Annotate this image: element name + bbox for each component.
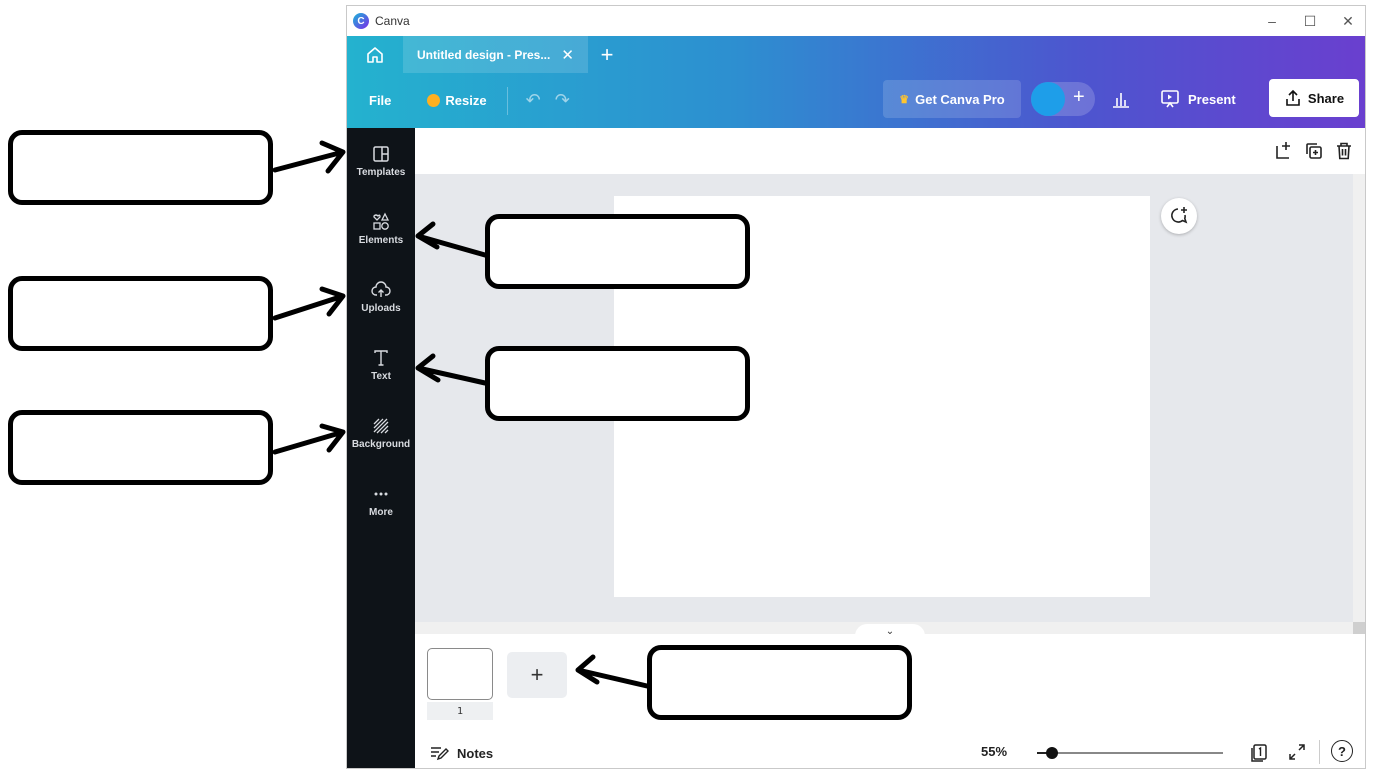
- background-icon: [373, 418, 389, 434]
- templates-icon: [373, 146, 389, 162]
- sidebar-item-text[interactable]: Text: [347, 348, 415, 404]
- worksheet-stage: C Canva – ☐ ✕ Untitled design - Pres... …: [0, 0, 1374, 769]
- maximize-button[interactable]: ☐: [1291, 6, 1329, 36]
- zoom-slider-handle[interactable]: [1045, 747, 1058, 759]
- duplicate-page-icon[interactable]: [1303, 140, 1325, 162]
- callout-box-background: [8, 410, 273, 485]
- callout-box-add-page: [647, 645, 912, 720]
- home-button[interactable]: [347, 36, 403, 73]
- home-icon: [367, 46, 383, 63]
- comment-icon: [1171, 207, 1188, 224]
- add-page-icon[interactable]: [1273, 140, 1295, 162]
- trash-icon[interactable]: [1333, 140, 1355, 162]
- editor-toolbar: File Resize ↶ ↷ ♛ Get Canva Pro + Presen…: [347, 73, 1365, 128]
- page-grid-icon[interactable]: [1249, 742, 1269, 762]
- sidebar-label-elements: Elements: [358, 235, 404, 246]
- pro-badge-icon: [427, 94, 441, 107]
- new-tab-button[interactable]: +: [588, 36, 626, 73]
- canva-logo-icon: C: [353, 13, 369, 29]
- share-label: Share: [1307, 90, 1345, 106]
- bar-chart-icon: [1113, 93, 1129, 108]
- elements-icon: [373, 212, 390, 230]
- avatar[interactable]: [1031, 82, 1065, 116]
- text-icon: [374, 350, 388, 366]
- share-icon: [1286, 89, 1300, 106]
- callout-box-text: [485, 346, 750, 421]
- notes-icon: [431, 747, 449, 761]
- sidebar-label-templates: Templates: [356, 167, 406, 178]
- add-comment-button[interactable]: [1161, 198, 1197, 234]
- left-sidebar: Templates Elements Uploads Text Backgrou…: [347, 128, 415, 768]
- get-canva-pro-button[interactable]: ♛ Get Canva Pro: [883, 80, 1021, 118]
- callout-box-elements: [485, 214, 750, 289]
- present-label: Present: [1188, 91, 1236, 107]
- notes-label: Notes: [457, 745, 494, 761]
- add-page-button[interactable]: +: [507, 652, 567, 698]
- top-bar: Untitled design - Pres... ✕ + File Resiz…: [347, 36, 1365, 128]
- sidebar-item-elements[interactable]: Elements: [347, 212, 415, 268]
- vertical-scrollbar[interactable]: [1353, 174, 1365, 622]
- minimize-button[interactable]: –: [1253, 6, 1291, 36]
- more-icon: [374, 492, 388, 496]
- doc-tab-label: Untitled design - Pres...: [417, 47, 551, 62]
- present-button[interactable]: Present: [1159, 86, 1236, 112]
- tab-untitled-design[interactable]: Untitled design - Pres... ✕: [403, 36, 588, 73]
- insights-button[interactable]: [1109, 87, 1133, 111]
- app-title: Canva: [375, 14, 410, 28]
- scroll-corner: [1353, 622, 1365, 634]
- arrow-to-templates: [272, 140, 346, 174]
- get-pro-label: Get Canva Pro: [915, 91, 1005, 107]
- page-thumbnail[interactable]: [427, 648, 493, 700]
- toolbar-divider: [506, 86, 508, 115]
- resize-label: Resize: [445, 93, 487, 108]
- sidebar-label-text: Text: [371, 371, 391, 382]
- resize-button[interactable]: Resize: [427, 93, 487, 108]
- callout-box-templates: [8, 130, 273, 205]
- close-tab-icon[interactable]: ✕: [561, 46, 574, 64]
- file-menu[interactable]: File: [369, 93, 391, 108]
- bottom-divider: [1319, 740, 1320, 764]
- notes-button[interactable]: Notes: [429, 744, 493, 762]
- page-thumbnail-number: 1: [427, 702, 493, 720]
- sidebar-item-more[interactable]: More: [347, 484, 415, 540]
- fullscreen-icon[interactable]: [1287, 742, 1307, 762]
- undo-icon[interactable]: ↶: [526, 90, 541, 111]
- sidebar-item-background[interactable]: Background: [347, 416, 415, 472]
- team-members: +: [1031, 82, 1095, 116]
- share-button[interactable]: Share: [1269, 79, 1359, 117]
- arrow-to-background: [272, 423, 346, 455]
- add-member-icon[interactable]: +: [1073, 86, 1085, 109]
- zoom-slider[interactable]: [1037, 747, 1223, 759]
- sidebar-label-more: More: [369, 507, 393, 518]
- help-button[interactable]: ?: [1331, 740, 1353, 762]
- callout-box-uploads: [8, 276, 273, 351]
- present-icon: [1161, 90, 1179, 108]
- arrow-to-uploads: [272, 286, 346, 321]
- zoom-level: 55%: [981, 744, 1008, 759]
- close-window-button[interactable]: ✕: [1329, 6, 1365, 36]
- sidebar-item-templates[interactable]: Templates: [347, 144, 415, 200]
- crown-icon: ♛: [899, 93, 910, 106]
- redo-icon[interactable]: ↷: [555, 90, 570, 111]
- sidebar-item-uploads[interactable]: Uploads: [347, 280, 415, 336]
- sidebar-label-uploads: Uploads: [361, 303, 401, 314]
- window-controls: – ☐ ✕: [1253, 6, 1365, 36]
- title-bar: C Canva – ☐ ✕: [347, 6, 1365, 36]
- tab-row: Untitled design - Pres... ✕ +: [347, 36, 1365, 73]
- page-toolbar: [415, 128, 1365, 174]
- sidebar-label-background: Background: [351, 439, 411, 450]
- uploads-icon: [371, 281, 391, 297]
